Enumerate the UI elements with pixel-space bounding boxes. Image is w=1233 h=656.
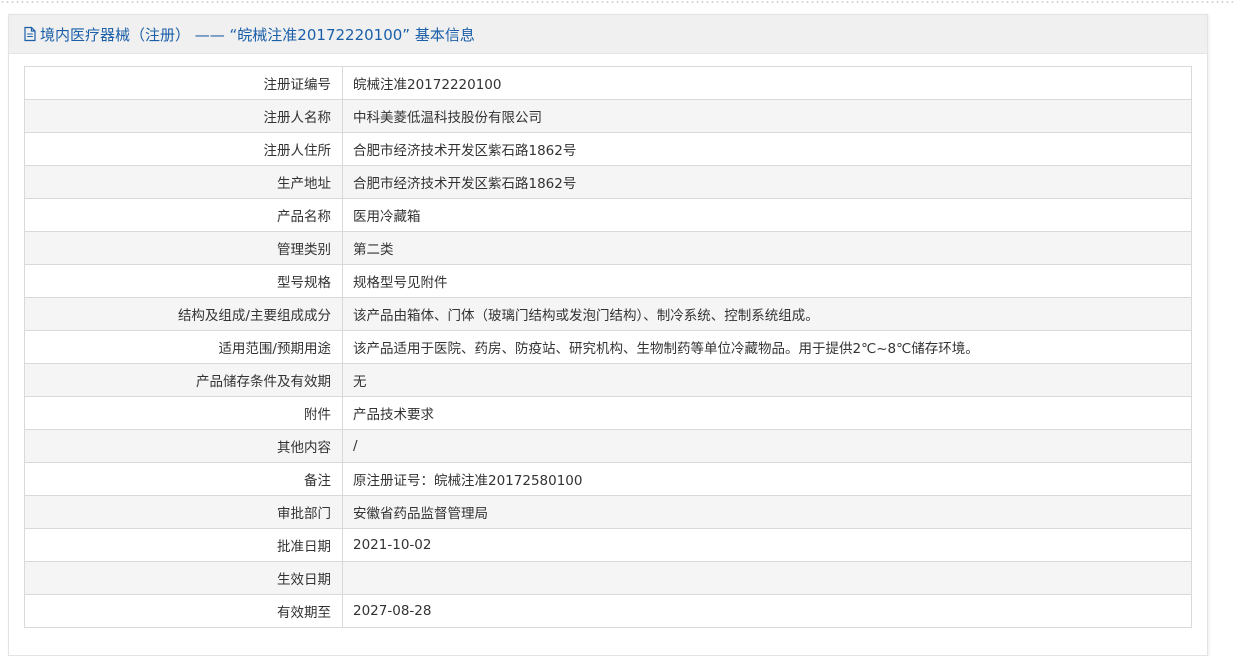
field-value: 第二类 (342, 231, 1192, 265)
info-table: 注册证编号 皖械注准20172220100 注册人名称 中科美菱低温科技股份有限公司注… (24, 66, 1192, 628)
field-value: 合肥市经济技术开发区紫石路1862号 (342, 132, 1192, 166)
table-row: 批准日期 2021-10-02 (24, 528, 1192, 562)
field-value: 该产品适用于医院、药房、防疫站、研究机构、生物制药等单位冷藏物品。用于提供2℃~… (342, 330, 1192, 364)
table-row: 注册人住所 合肥市经济技术开发区紫石路1862号 (24, 132, 1192, 166)
field-value: 医用冷藏箱 (342, 198, 1192, 232)
field-label: 管理类别 (24, 231, 343, 265)
field-label: 备注 (24, 462, 343, 496)
table-row: 其他内容 / (24, 429, 1192, 463)
table-row: 注册证编号 皖械注准20172220100 (24, 66, 1192, 100)
field-label: 批准日期 (24, 528, 343, 562)
field-label: 注册人住所 (24, 132, 343, 166)
field-label: 产品名称 (24, 198, 343, 232)
field-label: 生产地址 (24, 165, 343, 199)
panel-header: 境内医疗器械（注册） —— “皖械注准20172220100” 基本信息 (9, 15, 1207, 54)
field-value: / (342, 429, 1192, 463)
info-panel: 境内医疗器械（注册） —— “皖械注准20172220100” 基本信息 注册证… (8, 14, 1208, 656)
field-value: 合肥市经济技术开发区紫石路1862号 (342, 165, 1192, 199)
field-value (342, 561, 1192, 595)
table-row: 生效日期 (24, 561, 1192, 595)
field-label: 型号规格 (24, 264, 343, 298)
field-label: 附件 (24, 396, 343, 430)
field-label: 其他内容 (24, 429, 343, 463)
page-title: 境内医疗器械（注册） —— “皖械注准20172220100” 基本信息 (40, 25, 475, 44)
field-label: 注册人名称 (24, 99, 343, 133)
field-value: 产品技术要求 (342, 396, 1192, 430)
dotted-divider (0, 0, 1233, 4)
table-row: 有效期至 2027-08-28 (24, 594, 1192, 628)
table-row: 型号规格 规格型号见附件 (24, 264, 1192, 298)
field-value: 规格型号见附件 (342, 264, 1192, 298)
table-row: 生产地址 合肥市经济技术开发区紫石路1862号 (24, 165, 1192, 199)
field-label: 有效期至 (24, 594, 343, 628)
field-value: 皖械注准20172220100 (342, 66, 1192, 100)
field-label: 适用范围/预期用途 (24, 330, 343, 364)
table-row: 结构及组成/主要组成成分 该产品由箱体、门体（玻璃门结构或发泡门结构）、制冷系统、… (24, 297, 1192, 331)
table-row: 适用范围/预期用途 该产品适用于医院、药房、防疫站、研究机构、生物制药等单位冷藏物… (24, 330, 1192, 364)
field-value: 2021-10-02 (342, 528, 1192, 562)
table-row: 注册人名称 中科美菱低温科技股份有限公司 (24, 99, 1192, 133)
field-label: 注册证编号 (24, 66, 343, 100)
field-label: 产品储存条件及有效期 (24, 363, 343, 397)
table-row: 附件 产品技术要求 (24, 396, 1192, 430)
table-row: 产品名称 医用冷藏箱 (24, 198, 1192, 232)
table-row: 审批部门 安徽省药品监督管理局 (24, 495, 1192, 529)
field-value: 该产品由箱体、门体（玻璃门结构或发泡门结构）、制冷系统、控制系统组成。 (342, 297, 1192, 331)
field-label: 审批部门 (24, 495, 343, 529)
table-row: 备注 原注册证号：皖械注准20172580100 (24, 462, 1192, 496)
field-value: 安徽省药品监督管理局 (342, 495, 1192, 529)
field-value: 原注册证号：皖械注准20172580100 (342, 462, 1192, 496)
field-label: 生效日期 (24, 561, 343, 595)
table-row: 产品储存条件及有效期无 (24, 363, 1192, 397)
field-label: 结构及组成/主要组成成分 (24, 297, 343, 331)
field-value: 中科美菱低温科技股份有限公司 (342, 99, 1192, 133)
document-icon (23, 26, 37, 42)
field-value: 无 (342, 363, 1192, 397)
table-row: 管理类别 第二类 (24, 231, 1192, 265)
field-value: 2027-08-28 (342, 594, 1192, 628)
